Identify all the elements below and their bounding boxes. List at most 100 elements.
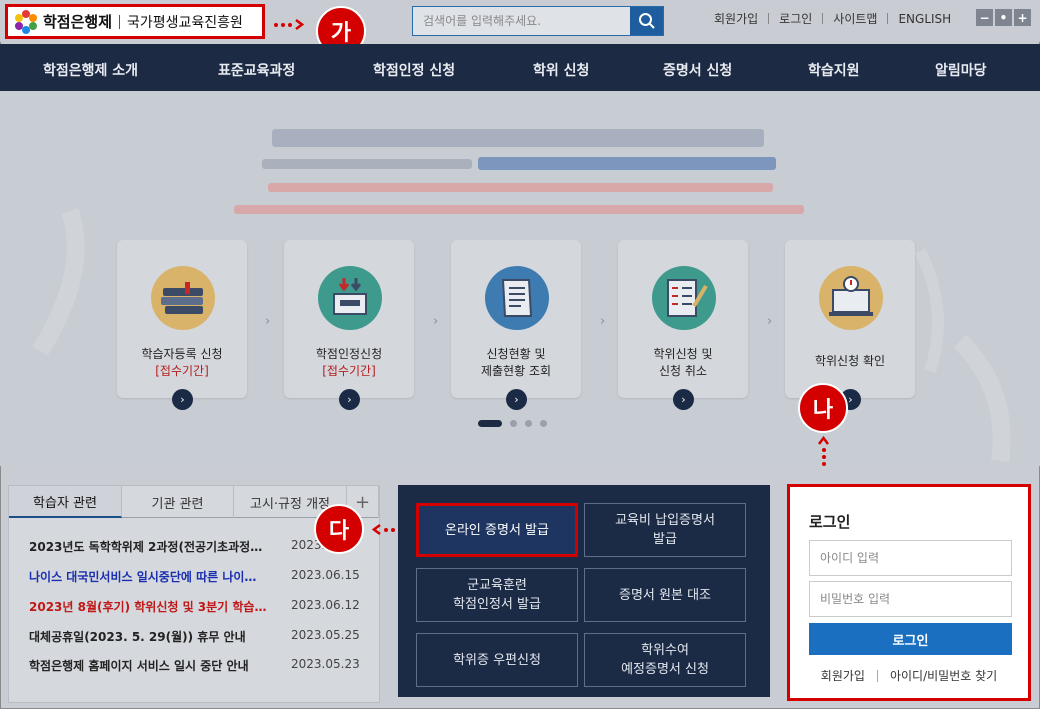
pagination-active[interactable]: [478, 420, 502, 427]
password-input[interactable]: [809, 581, 1012, 617]
utility-links: 회원가입 로그인 사이트맵 ENGLISH: [714, 10, 951, 27]
service-period: [접수기간]: [155, 364, 209, 378]
login-button[interactable]: 로그인: [809, 623, 1012, 655]
pagination-dot[interactable]: [510, 420, 517, 427]
tab-institution[interactable]: 기관 관련: [122, 486, 234, 518]
util-sitemap-link[interactable]: 사이트맵: [833, 10, 877, 27]
nav-item-curriculum[interactable]: 표준교육과정: [218, 60, 295, 80]
list-item[interactable]: 2023년 8월(후기) 학위신청 및 3분기 학습… 2023.06.12: [29, 598, 360, 615]
button-label-line2: 예정증명서 신청: [621, 662, 709, 677]
login-links: 회원가입 아이디/비밀번호 찾기: [790, 667, 1028, 684]
chevron-right-icon: ›: [600, 314, 606, 329]
chevron-right-icon[interactable]: ›: [172, 389, 193, 410]
banner-pagination: [478, 420, 547, 427]
main-nav: 학점은행제 소개 표준교육과정 학점인정 신청 학위 신청 증명서 신청 학습지…: [0, 44, 1040, 91]
button-label: 학위증 우편신청: [453, 652, 541, 668]
notice-title: 학점은행제 홈페이지 서비스 일시 중단 안내: [29, 659, 249, 673]
list-item[interactable]: 2023년도 독학학위제 2과정(전공기초과정… 2023.06.: [29, 538, 344, 555]
notice-date: 2023.05.25: [291, 628, 360, 642]
nav-item-intro[interactable]: 학점은행제 소개: [43, 60, 138, 80]
books-icon: [151, 266, 215, 330]
chevron-right-icon[interactable]: ›: [673, 389, 694, 410]
service-label: 학점인정신청: [315, 347, 383, 361]
site-logo[interactable]: 학점은행제 국가평생교육진흥원: [5, 4, 265, 39]
nav-item-certificate[interactable]: 증명서 신청: [663, 60, 732, 80]
button-label: 군교육훈련: [467, 578, 527, 593]
document-icon: [485, 266, 549, 330]
chevron-right-icon[interactable]: ›: [339, 389, 360, 410]
inbox-icon: [318, 266, 382, 330]
join-link[interactable]: 회원가입: [821, 667, 865, 684]
search-icon: [638, 13, 655, 29]
laptop-alert-icon: [819, 266, 883, 330]
button-label-line2: 학점인정서 발급: [453, 597, 541, 612]
pagination-dot[interactable]: [540, 420, 547, 427]
logo-divider: [119, 14, 121, 29]
search-input[interactable]: [413, 7, 631, 35]
logo-title: 학점은행제: [43, 13, 113, 31]
find-account-link[interactable]: 아이디/비밀번호 찾기: [890, 667, 997, 684]
service-label-line2: 신청 취소: [659, 364, 707, 378]
util-join-link[interactable]: 회원가입: [714, 10, 758, 27]
nav-item-support[interactable]: 학습지원: [808, 60, 860, 80]
button-label: 학위수여: [641, 643, 689, 658]
service-label: 학위신청 확인: [814, 354, 886, 368]
button-label: 교육비 납입증명서: [615, 513, 715, 528]
service-period: [접수기간]: [322, 364, 376, 378]
nav-item-notice[interactable]: 알림마당: [935, 60, 987, 80]
service-card-credit-recognition[interactable]: 학점인정신청 [접수기간] ›: [284, 240, 414, 410]
header: 학점은행제 국가평생교육진흥원 가 회원가입 로그인 사이트맵 ENGLISH …: [0, 0, 1040, 56]
service-label-line2: 제출현황 조회: [480, 364, 552, 378]
zoom-in-button[interactable]: +: [1014, 9, 1031, 26]
search-box: [412, 6, 664, 36]
util-login-link[interactable]: 로그인: [779, 10, 812, 27]
diploma-mail-button[interactable]: 학위증 우편신청: [416, 633, 578, 687]
service-card-degree-confirm[interactable]: 학위신청 확인 ›: [785, 240, 915, 410]
pagination-dot[interactable]: [525, 420, 532, 427]
notice-date: 2023.06.12: [291, 598, 360, 612]
tab-learner[interactable]: 학습자 관련: [9, 486, 122, 518]
nav-item-degree-apply[interactable]: 학위 신청: [533, 60, 589, 80]
checklist-icon: [652, 266, 716, 330]
service-card-degree-apply-cancel[interactable]: 학위신청 및 신청 취소 ›: [618, 240, 748, 410]
chevron-right-icon: ›: [265, 314, 271, 329]
military-credit-button[interactable]: 군교육훈련학점인정서 발급: [416, 568, 578, 622]
list-item[interactable]: 대체공휴일(2023. 5. 29(월)) 휴무 안내 2023.05.25: [29, 628, 360, 645]
list-item[interactable]: 학점은행제 홈페이지 서비스 일시 중단 안내 2023.05.23: [29, 657, 360, 674]
button-label-line2: 발급: [653, 532, 677, 547]
button-label: 온라인 증명서 발급: [445, 522, 549, 538]
tuition-certificate-button[interactable]: 교육비 납입증명서발급: [584, 503, 746, 557]
notice-title: 나이스 대국민서비스 일시중단에 따른 나이…: [29, 570, 257, 584]
service-card-learner-register[interactable]: 학습자등록 신청 [접수기간] ›: [117, 240, 247, 410]
nav-item-credit-apply[interactable]: 학점인정 신청: [373, 60, 455, 80]
chevron-right-icon: ›: [767, 314, 773, 329]
service-label: 학위신청 및: [653, 347, 713, 361]
callout-badge-c: 다: [314, 504, 364, 554]
chevron-right-icon: ›: [433, 314, 439, 329]
certificate-quick-menu: 온라인 증명서 발급 교육비 납입증명서발급 군교육훈련학점인정서 발급 증명서…: [398, 485, 770, 697]
chevron-right-icon[interactable]: ›: [506, 389, 527, 410]
notice-title: 2023년 8월(후기) 학위신청 및 3분기 학습…: [29, 600, 267, 614]
login-panel: 로그인 로그인 회원가입 아이디/비밀번호 찾기: [787, 484, 1031, 701]
service-card-status-inquiry[interactable]: 신청현황 및 제출현황 조회 ›: [451, 240, 581, 410]
certificate-verify-button[interactable]: 증명서 원본 대조: [584, 568, 746, 622]
service-label: 학습자등록 신청: [141, 347, 223, 361]
service-label: 신청현황 및: [486, 347, 546, 361]
expected-degree-button[interactable]: 학위수여예정증명서 신청: [584, 633, 746, 687]
notice-title: 대체공휴일(2023. 5. 29(월)) 휴무 안내: [29, 630, 246, 644]
search-button[interactable]: [630, 7, 663, 35]
zoom-reset-button[interactable]: •: [995, 9, 1012, 26]
callout-badge-b: 나: [798, 383, 848, 433]
list-item[interactable]: 나이스 대국민서비스 일시중단에 따른 나이… 2023.06.15: [29, 568, 360, 585]
notice-title: 2023년도 독학학위제 2과정(전공기초과정…: [29, 540, 263, 554]
notice-date: 2023.06.15: [291, 568, 360, 582]
util-english-link[interactable]: ENGLISH: [898, 12, 951, 26]
zoom-out-button[interactable]: −: [976, 9, 993, 26]
callout-a-pointer: [274, 19, 304, 30]
logo-flower-icon: [14, 9, 38, 34]
online-certificate-button[interactable]: 온라인 증명서 발급: [416, 503, 578, 557]
notice-date: 2023.05.23: [291, 657, 360, 671]
zoom-controls: − • +: [976, 9, 1031, 26]
user-id-input[interactable]: [809, 540, 1012, 576]
callout-b-pointer: [818, 436, 829, 466]
